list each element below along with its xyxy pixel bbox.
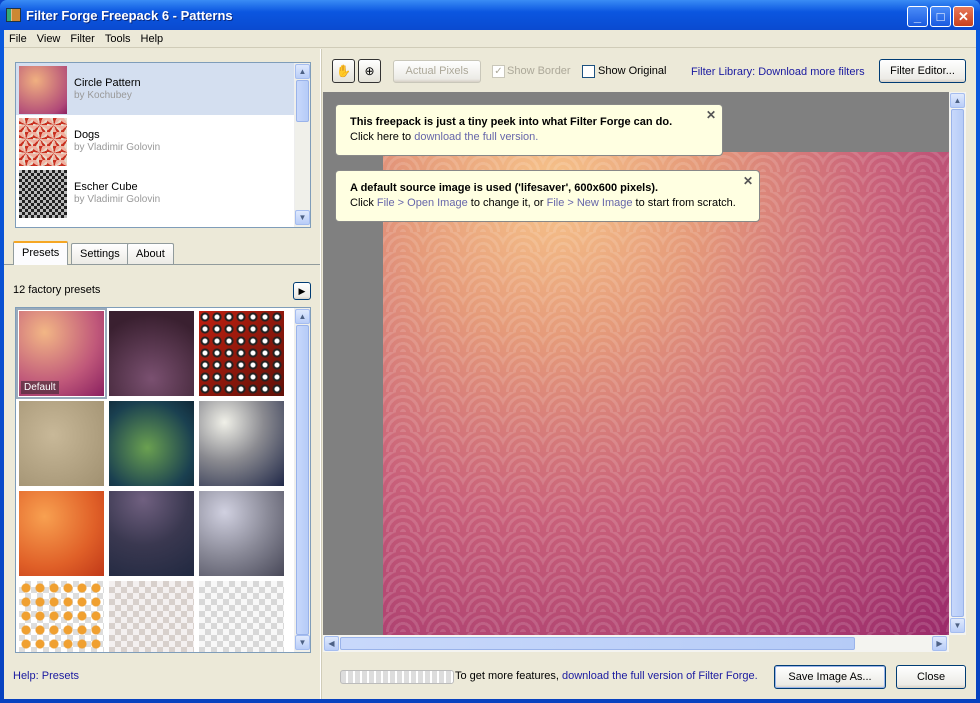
tab-presets[interactable]: Presets — [13, 241, 69, 265]
minimize-button[interactable]: _ — [907, 6, 928, 27]
scroll-down-icon[interactable]: ▼ — [295, 635, 310, 650]
preset-thumbnail[interactable] — [19, 581, 104, 652]
scroll-up-icon[interactable]: ▲ — [950, 93, 965, 108]
tip-heading: This freepack is just a tiny peek into w… — [350, 116, 673, 128]
scroll-up-icon[interactable]: ▲ — [295, 64, 310, 79]
menu-file[interactable]: File — [4, 30, 32, 47]
freepack-tip[interactable]: ✕ This freepack is just a tiny peek into… — [335, 104, 723, 156]
hand-tool-icon[interactable]: ✋ — [332, 59, 355, 83]
filter-author: by Vladimir Golovin — [74, 142, 161, 153]
tip-text: Click here to — [350, 131, 415, 143]
close-button[interactable]: Close — [896, 665, 966, 689]
tip-text: to change it, or — [467, 197, 547, 209]
save-image-as-button[interactable]: Save Image As... — [774, 665, 886, 689]
presets-count: 12 factory presets — [13, 284, 101, 296]
filter-list-item[interactable]: Escher Cube by Vladimir Golovin — [16, 167, 294, 219]
scroll-right-icon[interactable]: ▶ — [932, 636, 947, 651]
help-presets-link[interactable]: Help: Presets — [13, 670, 79, 682]
preset-thumbnail[interactable] — [199, 311, 284, 396]
filter-list-item[interactable]: Dogs by Vladimir Golovin — [16, 115, 294, 167]
menu-bar: File View Filter Tools Help — [4, 30, 976, 48]
scroll-left-icon[interactable]: ◀ — [324, 636, 339, 651]
menu-tools[interactable]: Tools — [100, 30, 136, 47]
scroll-down-icon[interactable]: ▼ — [950, 618, 965, 633]
filter-name: Dogs — [74, 129, 100, 141]
preset-thumbnail[interactable] — [19, 401, 104, 486]
preset-thumbnail[interactable] — [109, 581, 194, 652]
open-image-link[interactable]: File > Open Image — [377, 197, 468, 209]
filter-library-link[interactable]: Filter Library: Download more filters — [691, 66, 865, 78]
close-icon[interactable]: ✕ — [743, 174, 753, 188]
presets-menu-button[interactable]: ▶ — [293, 282, 311, 300]
filter-name: Escher Cube — [74, 181, 138, 193]
actual-pixels-button[interactable]: Actual Pixels — [393, 60, 481, 83]
filter-editor-button[interactable]: Filter Editor... — [879, 59, 966, 83]
close-icon[interactable]: ✕ — [706, 108, 716, 122]
menu-filter[interactable]: Filter — [65, 30, 99, 47]
download-full-version-link[interactable]: download the full version of Filter Forg… — [562, 670, 758, 682]
preset-thumbnail[interactable] — [19, 491, 104, 576]
preview-vertical-scrollbar[interactable]: ▲ ▼ — [949, 92, 966, 635]
preset-thumbnail[interactable] — [199, 401, 284, 486]
filter-thumbnail — [19, 118, 67, 166]
menu-help[interactable]: Help — [136, 30, 169, 47]
preset-thumbnail[interactable] — [109, 401, 194, 486]
bottom-text: To get more features, — [455, 670, 562, 682]
filter-list: Circle Pattern by Kochubey Dogs by Vladimir… — [15, 62, 311, 228]
tab-about[interactable]: About — [127, 243, 174, 264]
preset-thumbnail[interactable] — [109, 311, 194, 396]
show-original-checkbox[interactable] — [582, 65, 595, 78]
scroll-down-icon[interactable]: ▼ — [295, 210, 310, 225]
filter-thumbnail — [19, 66, 67, 114]
title-bar: Filter Forge Freepack 6 - Patterns _ □ ✕ — [0, 0, 980, 30]
filter-thumbnail — [19, 170, 67, 218]
pattern-preview-image — [383, 152, 949, 635]
client-area: File View Filter Tools Help Circle Patte… — [4, 30, 976, 699]
preview-horizontal-scrollbar[interactable]: ◀ ▶ — [323, 635, 949, 652]
panel-divider[interactable] — [320, 49, 322, 699]
presets-scrollbar[interactable]: ▲ ▼ — [294, 308, 310, 652]
tip-heading: A default source image is used ('lifesav… — [350, 182, 659, 194]
show-border-checkbox[interactable]: ✓ — [492, 65, 505, 78]
preset-thumbnail[interactable] — [109, 491, 194, 576]
zoom-tool-icon[interactable]: ⊕ — [358, 59, 381, 83]
download-full-link[interactable]: download the full version. — [414, 131, 538, 143]
filter-author: by Kochubey — [74, 90, 132, 101]
progress-bar — [340, 670, 454, 684]
app-window: Filter Forge Freepack 6 - Patterns _ □ ✕… — [0, 0, 980, 703]
bottom-message: To get more features, download the full … — [455, 670, 758, 682]
source-image-tip[interactable]: ✕ A default source image is used ('lifes… — [335, 170, 760, 222]
scroll-up-icon[interactable]: ▲ — [295, 309, 310, 324]
close-window-button[interactable]: ✕ — [953, 6, 974, 27]
app-icon — [6, 8, 21, 22]
window-title: Filter Forge Freepack 6 - Patterns — [26, 8, 233, 23]
tip-text: to start from scratch. — [632, 197, 736, 209]
filter-list-item[interactable]: Circle Pattern by Kochubey — [16, 63, 294, 115]
maximize-button[interactable]: □ — [930, 6, 951, 27]
new-image-link[interactable]: File > New Image — [547, 197, 633, 209]
preset-thumbnail[interactable] — [199, 581, 284, 652]
scroll-thumb[interactable] — [340, 637, 855, 650]
scroll-thumb[interactable] — [951, 109, 964, 617]
show-border-label: Show Border — [507, 65, 571, 77]
preset-label: Default — [21, 381, 59, 394]
show-original-label: Show Original — [598, 65, 667, 77]
tip-text: Click — [350, 197, 377, 209]
tab-settings[interactable]: Settings — [71, 243, 129, 264]
filter-list-scrollbar[interactable]: ▲ ▼ — [294, 63, 310, 227]
scroll-thumb[interactable] — [296, 325, 309, 635]
filter-name: Circle Pattern — [74, 77, 141, 89]
presets-grid: Default ▲ ▼ — [15, 307, 311, 653]
preview-canvas[interactable]: ✕ This freepack is just a tiny peek into… — [323, 92, 949, 635]
preset-thumbnail[interactable]: Default — [16, 308, 107, 399]
preset-thumbnail[interactable] — [199, 491, 284, 576]
scroll-thumb[interactable] — [296, 80, 309, 122]
filter-author: by Vladimir Golovin — [74, 194, 161, 205]
menu-view[interactable]: View — [32, 30, 66, 47]
